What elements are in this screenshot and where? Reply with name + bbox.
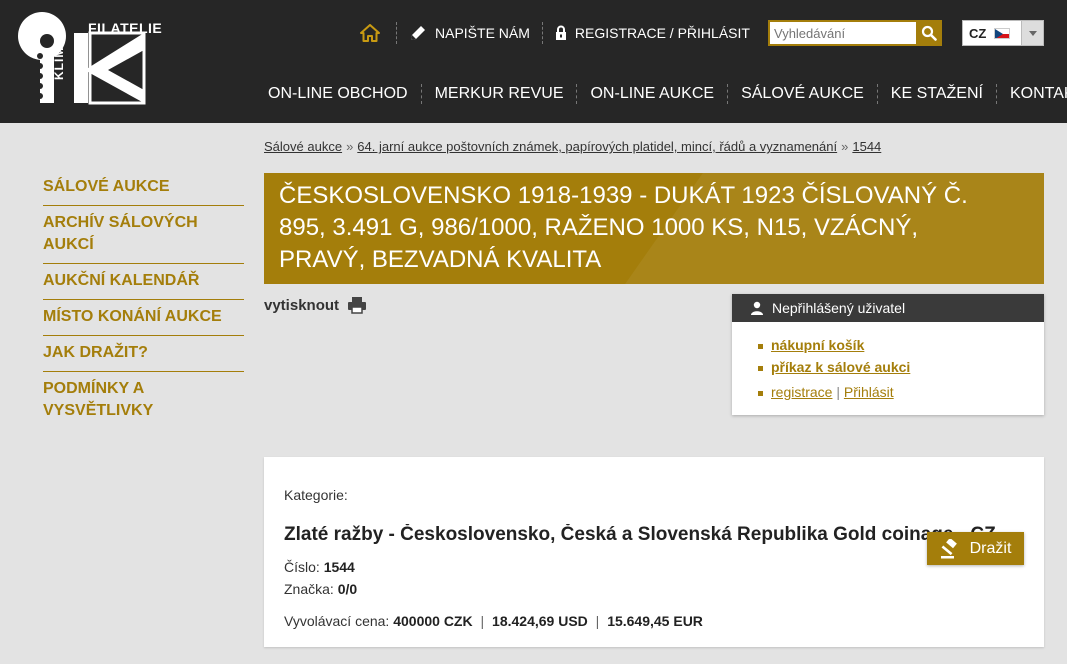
logo-text-filatelie: FILATELIE — [88, 20, 163, 36]
list-item: příkaz k sálové aukci — [758, 356, 1044, 378]
list-item: nákupní košík — [758, 334, 1044, 356]
write-us-link[interactable]: NAPIŠTE NÁM — [409, 24, 530, 42]
breadcrumb-link-auction[interactable]: 64. jarní aukce poštovních známek, papír… — [357, 139, 837, 154]
home-icon — [360, 24, 380, 42]
language-select[interactable]: CZ — [962, 20, 1044, 46]
breadcrumb-separator: » — [346, 139, 354, 154]
bid-button[interactable]: Dražit — [927, 532, 1024, 565]
gavel-icon — [940, 538, 957, 558]
auth-separator: | — [836, 384, 840, 400]
mark-label: Značka: — [284, 581, 334, 597]
login-link[interactable]: Přihlásit — [844, 384, 894, 400]
search-form — [768, 20, 942, 46]
user-box-header: Nepřihlášený uživatel — [732, 294, 1044, 322]
lot-number-label: Číslo: — [284, 559, 320, 575]
lot-number-row: Číslo: 1544 — [284, 559, 355, 575]
sidebar-item-terms[interactable]: PODMÍNKY A VYSVĚTLIVKY — [43, 372, 244, 429]
search-input[interactable] — [768, 20, 916, 46]
print-label: vytisknout — [264, 296, 340, 314]
nav-contact[interactable]: KONTAKT — [997, 85, 1067, 103]
price-separator: | — [480, 613, 485, 629]
chevron-down-icon — [1021, 21, 1043, 45]
nav-merkur-revue[interactable]: MERKUR REVUE — [422, 85, 577, 103]
bid-label: Dražit — [969, 539, 1012, 557]
print-button[interactable]: vytisknout — [264, 296, 367, 314]
breadcrumb-link-hall-auctions[interactable]: Sálové aukce — [264, 139, 342, 154]
lock-icon — [555, 25, 566, 40]
hall-auction-order-link[interactable]: příkaz k sálové aukci — [771, 359, 910, 375]
divider — [396, 22, 397, 44]
category-label: Kategorie: — [284, 487, 348, 503]
user-links: nákupní košík příkaz k sálové aukci — [732, 322, 1044, 378]
category-value: Zlaté ražby - Československo, Česká a Sl… — [284, 524, 996, 545]
write-us-label: NAPIŠTE NÁM — [435, 25, 530, 41]
price-usd: 18.424,69 USD — [492, 613, 588, 629]
register-login-link[interactable]: REGISTRACE / PŘIHLÁSIT — [555, 25, 750, 41]
sidebar-menu: SÁLOVÉ AUKCE ARCHÍV SÁLOVÝCH AUKCÍ AUKČN… — [43, 170, 244, 429]
cart-link[interactable]: nákupní košík — [771, 337, 864, 353]
sidebar-item-venue[interactable]: MÍSTO KONÁNÍ AUKCE — [43, 300, 244, 336]
register-login-label: REGISTRACE / PŘIHLÁSIT — [574, 25, 750, 41]
user-box-title: Nepřihlášený uživatel — [772, 300, 906, 316]
lot-number-value: 1544 — [323, 559, 355, 575]
logo-text-klim: KLIM — [52, 46, 66, 80]
sidebar-item-archive[interactable]: ARCHÍV SÁLOVÝCH AUKCÍ — [43, 206, 244, 264]
site-header: FILATELIE KLIM NAPIŠTE NÁM REGISTRACE / … — [0, 0, 1067, 123]
mark-row: Značka: 0/0 — [284, 581, 357, 597]
breadcrumb-link-item[interactable]: 1544 — [852, 139, 881, 154]
item-title: Československo 1918-1939 - DUKÁT 1923 ČÍ… — [279, 182, 968, 273]
starting-price-label: Vyvolávací cena: — [284, 613, 390, 629]
printer-icon — [348, 297, 367, 314]
breadcrumb: Sálové aukce» 64. jarní aukce poštovních … — [264, 139, 881, 154]
nav-downloads[interactable]: KE STAŽENÍ — [878, 85, 996, 103]
mark-value: 0/0 — [337, 581, 358, 597]
nav-online-shop[interactable]: ON-LINE OBCHOD — [255, 85, 421, 103]
nav-online-auctions[interactable]: ON-LINE AUKCE — [577, 85, 727, 103]
nav-hall-auctions[interactable]: SÁLOVÉ AUKCE — [728, 85, 877, 103]
starting-price-row: Vyvolávací cena: 400000 CZK | 18.424,69 … — [284, 613, 703, 629]
czech-flag-icon — [994, 27, 1011, 39]
price-separator: | — [595, 613, 600, 629]
sidebar-item-how-to-bid[interactable]: JAK DRAŽIT? — [43, 336, 244, 372]
home-button[interactable] — [356, 20, 384, 46]
sidebar-item-calendar[interactable]: AUKČNÍ KALENDÁŘ — [43, 264, 244, 300]
main-nav: ON-LINE OBCHOD MERKUR REVUE ON-LINE AUKC… — [255, 83, 1067, 105]
auth-links: registrace | Přihlásit — [758, 384, 894, 400]
language-code: CZ — [969, 25, 987, 41]
pencil-icon — [411, 26, 425, 40]
register-link[interactable]: registrace — [771, 384, 832, 400]
top-links: NAPIŠTE NÁM REGISTRACE / PŘIHLÁSIT — [356, 20, 750, 46]
item-title-banner: Československo 1918-1939 - DUKÁT 1923 ČÍ… — [264, 173, 1044, 284]
user-icon — [751, 301, 763, 315]
search-button[interactable] — [916, 20, 942, 46]
sidebar-item-hall-auctions[interactable]: SÁLOVÉ AUKCE — [43, 170, 244, 206]
breadcrumb-separator: » — [841, 139, 849, 154]
price-eur: 15.649,45 EUR — [607, 613, 703, 629]
divider — [541, 22, 543, 44]
price-czk: 400000 CZK — [393, 613, 473, 629]
search-icon — [921, 25, 937, 41]
site-logo[interactable]: FILATELIE KLIM — [16, 8, 162, 106]
user-box: Nepřihlášený uživatel nákupní košík přík… — [732, 294, 1044, 415]
